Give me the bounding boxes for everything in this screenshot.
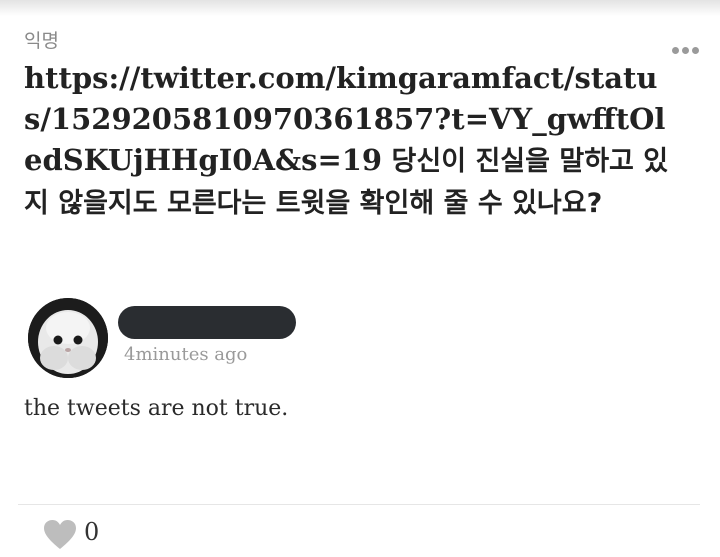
heart-icon: [44, 520, 76, 549]
fluffy-avatar-image: [28, 298, 108, 378]
more-options-icon: [671, 46, 679, 54]
commenter-avatar[interactable]: [28, 298, 108, 378]
like-count: 0: [84, 518, 100, 546]
more-options-icon-dot: [691, 46, 699, 54]
comment-text: the tweets are not true.: [24, 396, 289, 421]
post-author: 익명: [24, 30, 59, 52]
post-title: https://twitter.com/kimgaramfact/status/…: [24, 58, 674, 224]
top-shadow: [0, 0, 720, 16]
more-options-icon-dot: [681, 46, 689, 54]
like-button[interactable]: [42, 518, 78, 552]
redacted-username: [118, 306, 296, 339]
comment-time: 4minutes ago: [124, 344, 248, 365]
divider: [18, 504, 700, 505]
